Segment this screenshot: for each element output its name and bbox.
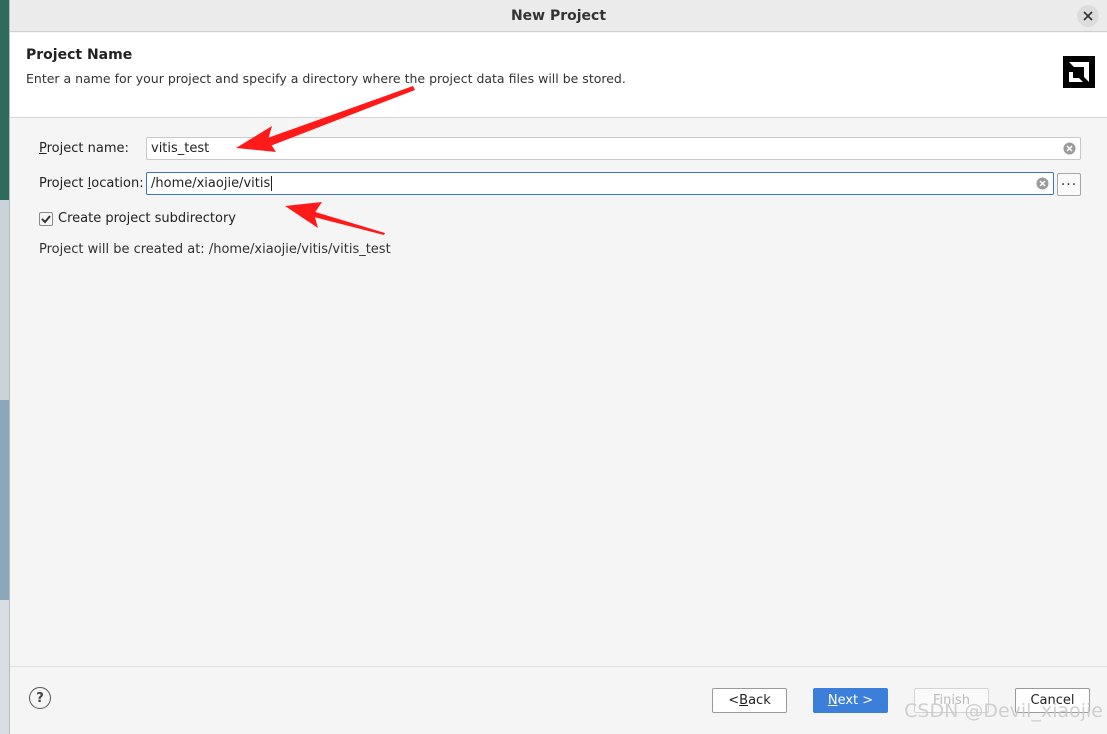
- create-subdirectory-label[interactable]: Create project subdirectory: [58, 211, 236, 226]
- wizard-header: Project Name Enter a name for your proje…: [10, 33, 1107, 118]
- project-name-value: vitis_test: [151, 141, 210, 156]
- created-at-path: Project will be created at: /home/xiaoji…: [39, 242, 391, 257]
- browse-button[interactable]: ···: [1057, 173, 1081, 196]
- page-description: Enter a name for your project and specif…: [26, 71, 626, 86]
- new-project-dialog: New Project Project Name Enter a name fo…: [9, 0, 1107, 734]
- help-button[interactable]: ?: [29, 687, 51, 709]
- close-button[interactable]: [1077, 5, 1099, 27]
- checkmark-icon: [41, 215, 51, 224]
- amd-logo-icon: [1063, 56, 1095, 88]
- project-location-label: Project location:: [39, 176, 144, 191]
- page-title: Project Name: [26, 47, 133, 63]
- window-title: New Project: [510, 7, 607, 24]
- footer-divider: [10, 666, 1107, 667]
- project-location-value: /home/xiaojie/vitis: [151, 176, 271, 191]
- text-cursor: [271, 176, 273, 191]
- title-bar: New Project: [10, 0, 1107, 32]
- watermark: CSDN @Devil_xiaojie: [904, 700, 1103, 722]
- clear-icon[interactable]: [1063, 142, 1076, 155]
- clear-icon[interactable]: [1036, 177, 1049, 190]
- help-icon: ?: [36, 690, 44, 706]
- back-button[interactable]: < Back: [712, 688, 787, 713]
- close-icon: [1083, 11, 1093, 21]
- project-location-input[interactable]: /home/xiaojie/vitis: [146, 172, 1054, 195]
- project-name-input[interactable]: vitis_test: [146, 137, 1081, 160]
- create-subdirectory-checkbox[interactable]: [39, 212, 53, 226]
- project-name-label: Project name:: [39, 141, 129, 156]
- next-button[interactable]: Next >: [813, 688, 888, 713]
